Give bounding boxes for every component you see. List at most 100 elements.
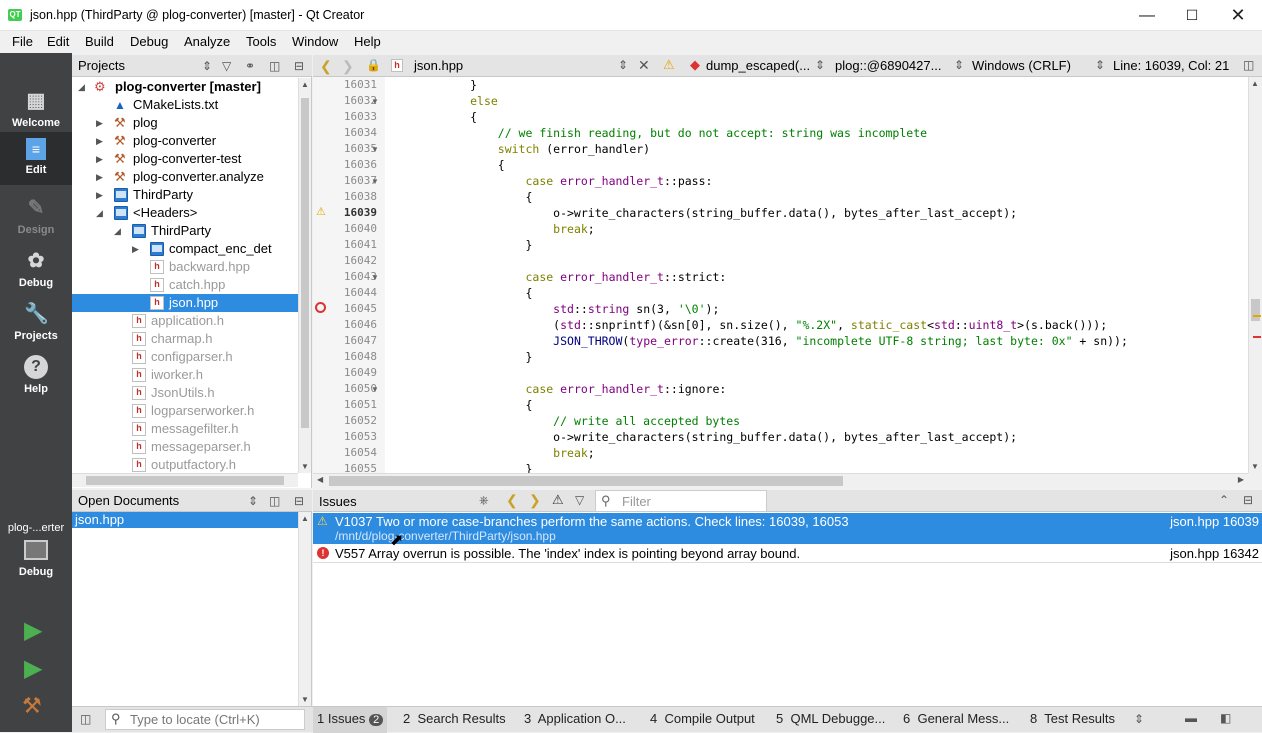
tree-item[interactable]: ◢ ⚙ plog-converter [master] [72,78,298,96]
maximize-icon[interactable]: ☐ [1169,0,1215,31]
minimize-icon[interactable]: — [1124,0,1170,31]
tree-item[interactable]: h iworker.h [72,366,298,384]
build-hammer-icon[interactable]: ⚒ [22,693,42,719]
progress-toggle-icon[interactable]: ▬ [1185,711,1197,725]
address-selector[interactable]: plog::@6890427... [835,58,941,73]
chevron-updown-icon[interactable]: ⇕ [202,55,212,77]
mode-edit[interactable]: ≡ Edit [0,132,72,185]
mode-design[interactable]: ✎ Design [0,190,72,243]
tree-item[interactable]: ▶ ⚒ plog-converter [72,132,298,150]
tab-qml-debugger[interactable]: 5 QML Debugge... [776,707,885,733]
tree-item[interactable]: ▶ ThirdParty [72,186,298,204]
menu-analyze[interactable]: Analyze [178,31,236,53]
fold-arrow-icon[interactable]: ▼ [371,145,379,154]
tree-item[interactable]: h application.h [72,312,298,330]
mode-help[interactable]: ? Help [0,349,72,402]
tab-search-results[interactable]: 2 Search Results [403,707,506,733]
fold-arrow-icon[interactable]: ▼ [371,97,379,106]
tree-item[interactable]: h configparser.h [72,348,298,366]
chevron-updown-icon[interactable]: ⇕ [1134,712,1144,726]
tree-item[interactable]: ▶ ⚒ plog-converter.analyze [72,168,298,186]
chevron-updown-icon[interactable]: ⇕ [248,490,258,512]
open-documents-scrollbar[interactable]: ▲ ▼ [298,512,311,706]
toggle-sidebar-icon[interactable]: ◫ [80,712,91,726]
open-document-item[interactable]: json.hpp [72,512,298,528]
run-icon[interactable]: ▶ [24,616,42,645]
tab-issues[interactable]: 1 Issues 2 [313,707,388,733]
clear-icon[interactable]: ⎈ [479,493,489,508]
split-icon[interactable]: ◫ [269,490,280,512]
previous-issue-icon[interactable]: ❮ [506,492,518,509]
tab-compile-output[interactable]: 4 Compile Output [650,707,755,733]
chevron-updown-icon[interactable]: ⇕ [618,58,628,72]
tree-item[interactable]: ▶ compact_enc_det [72,240,298,258]
split-icon[interactable]: ◫ [1243,58,1254,72]
tree-item[interactable]: h messagefilter.h [72,420,298,438]
tree-vscrollbar[interactable]: ▲ ▼ [298,78,311,473]
tree-item[interactable]: ▶ ⚒ plog [72,114,298,132]
kit-selector[interactable]: plog-...erter Debug [0,522,72,578]
split-icon[interactable]: ◫ [269,55,280,77]
debug-run-icon[interactable]: ▶ [24,654,42,683]
fold-arrow-icon[interactable]: ▼ [371,385,379,394]
filter-icon[interactable]: ▽ [575,493,584,507]
tree-item[interactable]: h outputfactory.h [72,456,298,473]
tree-item[interactable]: h backward.hpp [72,258,298,276]
error-marker-icon[interactable] [315,302,326,313]
cursor-position[interactable]: Line: 16039, Col: 21 [1113,58,1229,73]
editor-hscrollbar[interactable]: ◀ ▶ [313,473,1248,488]
next-issue-icon[interactable]: ❯ [529,492,541,509]
maximize-panel-icon[interactable]: ⌃ [1219,493,1229,507]
tree-item[interactable]: h charmap.h [72,330,298,348]
code-editor[interactable]: 16031 16032 ▼ 16033 16034 16035 ▼ 16036 16037 ▼ 16… [313,77,1248,473]
tree-item[interactable]: ▶ ⚒ plog-converter-test [72,150,298,168]
fold-arrow-icon[interactable]: ▼ [371,273,379,282]
chevron-updown-icon[interactable]: ⇕ [815,58,825,72]
menu-debug[interactable]: Debug [124,31,174,53]
mode-debug[interactable]: ✿ Debug [0,243,72,296]
line-ending-selector[interactable]: Windows (CRLF) [972,58,1071,73]
menu-help[interactable]: Help [348,31,387,53]
tab-test-results[interactable]: 8 Test Results [1030,707,1115,733]
forward-arrow-icon[interactable]: ❯ [342,58,354,75]
link-icon[interactable]: ⚭ [245,55,255,77]
fold-arrow-icon[interactable]: ▼ [371,177,379,186]
tree-item-selected[interactable]: h json.hpp [72,294,298,312]
back-arrow-icon[interactable]: ❮ [320,58,332,75]
menu-window[interactable]: Window [286,31,344,53]
mode-projects[interactable]: 🔧 Projects [0,296,72,349]
issues-filter-input[interactable]: ⚲ Filter [595,490,767,512]
issue-row[interactable]: ! V557 Array overrun is possible. The 'i… [313,545,1262,563]
tree-item[interactable]: h JsonUtils.h [72,384,298,402]
toggle-right-sidebar-icon[interactable]: ◧ [1220,711,1231,725]
menu-build[interactable]: Build [79,31,120,53]
warning-filter-icon[interactable]: ⚠ [552,492,564,508]
editor-vscrollbar[interactable]: ▲ ▼ [1248,77,1262,473]
warning-marker-icon[interactable]: ⚠ [316,205,326,218]
tree-item[interactable]: ◢ <Headers> [72,204,298,222]
tree-hscrollbar[interactable] [72,473,298,487]
close-pane-icon[interactable]: ⊟ [294,490,304,512]
close-panel-icon[interactable]: ⊟ [1243,493,1253,507]
mode-welcome[interactable]: ▦ Welcome [0,83,72,136]
chevron-updown-icon[interactable]: ⇕ [954,58,964,72]
chevron-updown-icon[interactable]: ⇕ [1095,58,1105,72]
tab-application-output[interactable]: 3 Application O... [524,707,626,733]
symbol-selector[interactable]: dump_escaped(... [706,58,810,73]
filter-icon[interactable]: ▽ [222,55,231,77]
tree-item[interactable]: ◢ ThirdParty [72,222,298,240]
locator-input[interactable]: ⚲ Type to locate (Ctrl+K) [105,709,305,730]
menu-edit[interactable]: Edit [41,31,75,53]
tab-general-messages[interactable]: 6 General Mess... [903,707,1009,733]
tree-item[interactable]: ▲ CMakeLists.txt [72,96,298,114]
current-file-name[interactable]: json.hpp [414,58,463,73]
menu-file[interactable]: File [6,31,39,53]
tree-item[interactable]: h catch.hpp [72,276,298,294]
tree-item[interactable]: h messageparser.h [72,438,298,456]
close-document-icon[interactable]: ✕ [638,57,650,74]
close-pane-icon[interactable]: ⊟ [294,55,304,77]
tree-item[interactable]: h logparserworker.h [72,402,298,420]
issue-row-selected[interactable]: ⚠ V1037 Two or more case-branches perfor… [313,513,1262,544]
menu-tools[interactable]: Tools [240,31,282,53]
close-icon[interactable]: ✕ [1215,0,1261,31]
